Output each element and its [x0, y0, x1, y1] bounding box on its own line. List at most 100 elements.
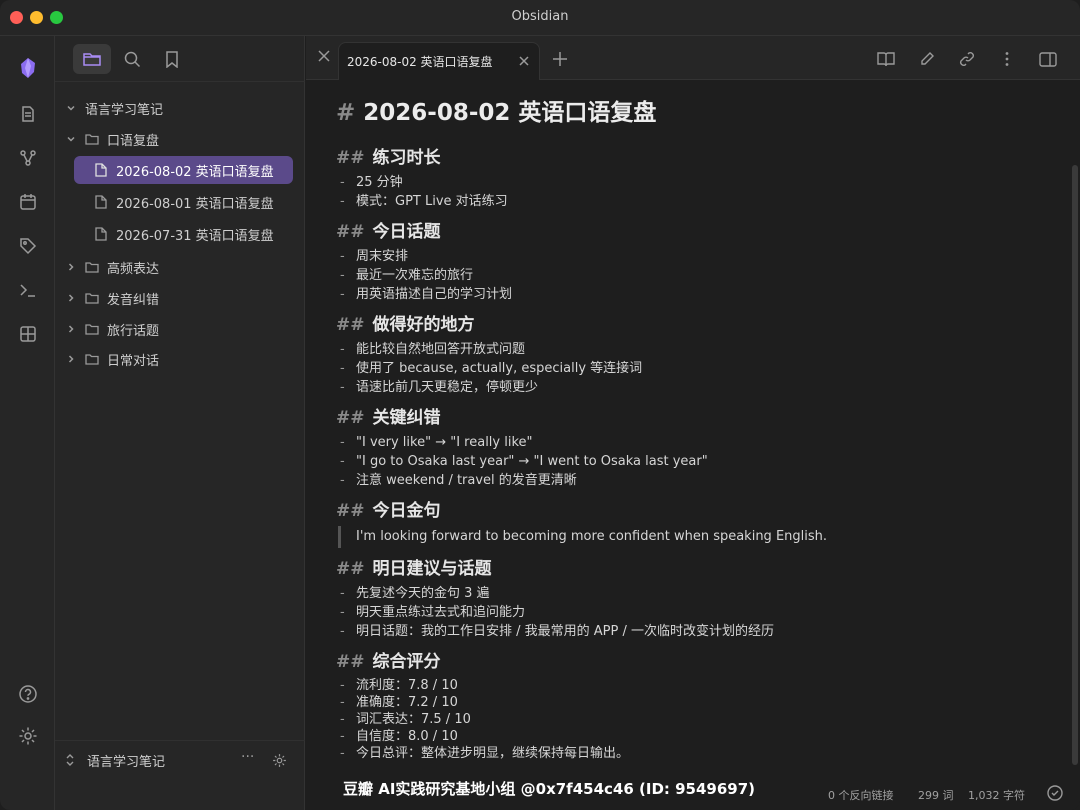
calendar-icon[interactable] — [16, 190, 40, 214]
tree-file-2026-07-31[interactable]: 2026-07-31 英语口语复盘 — [94, 220, 274, 248]
tree-file-2026-08-01[interactable]: 2026-08-01 英语口语复盘 — [94, 188, 274, 216]
files-tab-button[interactable] — [73, 44, 111, 74]
note-content[interactable]: #2026-08-02 英语口语复盘 ## 练习时长 -25 分钟 - 模式：GPT L… — [336, 99, 1046, 762]
list-item: - 注意 weekend / travel 的发音更清晰 — [336, 471, 1046, 490]
heading-mark: ## — [336, 408, 365, 428]
watermark-text: 豆瓣 AI实践研究基地小组 @0x7f454c46 (ID: 9549697) — [343, 780, 756, 798]
heading-mark: ## — [336, 315, 365, 335]
close-tab-icon[interactable] — [517, 54, 531, 68]
bullet-dash: - — [340, 473, 345, 488]
list-item-text: 流利度：7.8 / 10 — [356, 678, 458, 693]
bullet-dash: - — [340, 268, 345, 283]
section-heading: ## 关键纠错 — [336, 405, 1046, 433]
list-item-text: 准确度：7.2 / 10 — [356, 695, 458, 710]
list-item: - 能比较自然地回答开放式问题 — [336, 340, 1046, 359]
tree-label: 口语复盘 — [107, 133, 160, 149]
obsidian-logo-icon[interactable] — [16, 56, 40, 80]
section-heading: ## 练习时长 — [336, 145, 1046, 173]
reading-view-icon[interactable] — [876, 49, 896, 69]
section-heading-text: 今日金句 — [372, 501, 441, 521]
search-tab-button[interactable] — [113, 44, 151, 74]
vault-switcher[interactable]: 语言学习笔记 ··· — [55, 740, 305, 778]
file-icon[interactable] — [16, 102, 40, 126]
section-heading: ## 综合评分 — [336, 649, 1046, 677]
section-heading: ## 今日话题 — [336, 219, 1046, 247]
tree-folder-high-freq[interactable]: 高频表达 — [65, 253, 159, 281]
list-item: - 明日话题：我的工作日安排 / 我最常用的 APP / 一次临时改变计划的经历 — [336, 622, 1046, 641]
heading-mark: # — [336, 100, 356, 126]
bullet-dash: - — [340, 729, 345, 744]
bullet-dash: - — [340, 624, 345, 639]
toggle-right-sidebar-icon[interactable] — [1038, 49, 1058, 69]
list-item: - 明天重点练过去式和追问能力 — [336, 603, 1046, 622]
vault-name: 语言学习笔记 — [87, 755, 166, 770]
vault-settings-gear-icon[interactable] — [272, 753, 287, 768]
section-heading-text: 综合评分 — [372, 652, 441, 672]
section-heading-text: 今日话题 — [372, 222, 441, 242]
link-icon[interactable] — [957, 49, 977, 69]
section-heading-text: 练习时长 — [372, 148, 441, 168]
list-item-text: 今日总评：整体进步明显，继续保持每日输出。 — [356, 746, 630, 761]
bullet-dash: - — [340, 342, 345, 357]
chevron-right-icon — [65, 323, 77, 335]
editor-pane[interactable]: #2026-08-02 英语口语复盘 ## 练习时长 -25 分钟 - 模式：GPT L… — [306, 81, 1080, 777]
tree-folder-speaking-review[interactable]: 口语复盘 — [65, 125, 159, 153]
list-item: - 使用了 because, actually, especially 等连接词 — [336, 359, 1046, 378]
bullet-dash: - — [340, 712, 345, 727]
search-icon — [124, 51, 140, 67]
document-icon — [94, 227, 108, 241]
bullet-dash: - — [340, 194, 345, 209]
tree-label: 旅行话题 — [107, 323, 160, 339]
list-item-text: 语速比前几天更稳定，停顿更少 — [356, 380, 539, 395]
help-icon[interactable] — [16, 682, 40, 706]
section-heading-text: 关键纠错 — [372, 408, 441, 428]
heading-mark: ## — [336, 501, 365, 521]
bookmarks-tab-button[interactable] — [153, 44, 191, 74]
list-item-text: 25 分钟 — [356, 175, 403, 190]
section-heading-text: 明日建议与话题 — [372, 559, 492, 579]
graph-view-icon[interactable] — [16, 146, 40, 170]
terminal-icon[interactable] — [16, 278, 40, 302]
list-item: - 先复述今天的金句 3 遍 — [336, 584, 1046, 603]
list-item: - 周末安排 — [336, 247, 1046, 266]
tree-file-2026-08-02[interactable]: 2026-08-02 英语口语复盘 — [74, 156, 293, 184]
tree-label: 发音纠错 — [107, 292, 160, 308]
tree-label: 高频表达 — [107, 261, 160, 277]
list-item: - "I very like" → "I really like" — [336, 433, 1046, 452]
document-icon — [94, 163, 108, 177]
settings-gear-icon[interactable] — [16, 724, 40, 748]
more-options-icon[interactable]: ··· — [241, 749, 254, 765]
tree-folder-daily-dialog[interactable]: 日常对话 — [65, 345, 159, 373]
folder-icon — [85, 352, 99, 366]
tree-label: 2026-08-02 英语口语复盘 — [116, 164, 274, 180]
edit-pencil-icon[interactable] — [917, 49, 937, 69]
tab-active-note[interactable]: 2026-08-02 英语口语复盘 — [338, 42, 540, 80]
list-item: - 自信度：8.0 / 10 — [336, 728, 1046, 745]
new-tab-icon[interactable] — [550, 49, 570, 69]
list-item-text: 能比较自然地回答开放式问题 — [356, 342, 526, 357]
backlinks-count[interactable]: 0 个反向链接 — [828, 787, 894, 803]
sync-status-check-icon[interactable] — [1047, 785, 1063, 801]
editor-scrollbar[interactable] — [1072, 165, 1078, 765]
tree-label: 日常对话 — [107, 353, 160, 369]
section-heading: ## 明日建议与话题 — [336, 556, 1046, 584]
more-vertical-icon[interactable] — [997, 49, 1017, 69]
tag-icon[interactable] — [16, 234, 40, 258]
list-item: - 今日总评：整体进步明显，继续保持每日输出。 — [336, 745, 1046, 762]
tree-folder-travel[interactable]: 旅行话题 — [65, 315, 159, 343]
tree-root-vault[interactable]: 语言学习笔记 — [65, 94, 163, 122]
list-item: - "I go to Osaka last year" → "I went to … — [336, 452, 1046, 471]
section-heading-text: 做得好的地方 — [372, 315, 475, 335]
list-item-text: 模式：GPT Live 对话练习 — [356, 194, 508, 209]
list-item: - 词汇表达：7.5 / 10 — [336, 711, 1046, 728]
tree-folder-pronunciation[interactable]: 发音纠错 — [65, 284, 159, 312]
bullet-dash: - — [340, 586, 345, 601]
folder-icon — [85, 322, 99, 336]
bullet-dash: - — [340, 361, 345, 376]
canvas-icon[interactable] — [16, 322, 40, 346]
folder-icon — [85, 260, 99, 274]
list-item: - 流利度：7.8 / 10 — [336, 677, 1046, 694]
tree-label: 2026-07-31 英语口语复盘 — [116, 228, 274, 244]
window-title: Obsidian — [511, 9, 569, 24]
close-pane-icon[interactable] — [314, 46, 334, 66]
